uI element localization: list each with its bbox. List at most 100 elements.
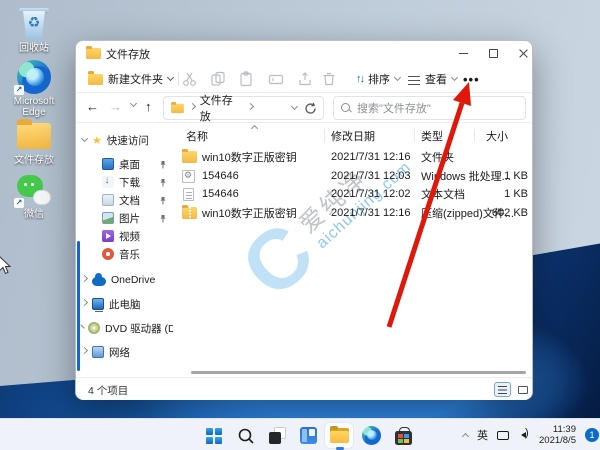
shortcut-arrow-icon: ↗ xyxy=(14,85,24,95)
desktop-icon-label: Microsoft Edge xyxy=(13,96,55,118)
taskbar: 英 11:39 2021/8/5 1 xyxy=(0,418,600,450)
taskbar-search-button[interactable] xyxy=(232,423,260,448)
file-row[interactable]: win10数字正版密钥 2021/7/31 12:16 压缩(zipped)文件… xyxy=(173,204,534,222)
network-icon[interactable] xyxy=(497,431,509,440)
taskbar-file-explorer-button[interactable] xyxy=(325,423,353,448)
file-row[interactable]: 154646 2021/7/31 12:02 文本文档 1 KB xyxy=(173,185,534,203)
maximize-button[interactable] xyxy=(479,43,507,63)
address-dropdown-chevron[interactable] xyxy=(291,102,299,111)
forward-button[interactable]: → xyxy=(109,99,122,114)
toolbar: 新建文件夹 ↑↓ 排序 查看 ••• xyxy=(76,65,532,93)
close-button[interactable] xyxy=(509,43,537,63)
sidebar-item-quick-access[interactable]: ★ 快速访问 xyxy=(76,131,173,149)
title-bar[interactable]: 文件存放 xyxy=(76,41,532,65)
sort-button[interactable]: ↑↓ 排序 xyxy=(352,67,404,91)
pin-icon xyxy=(160,160,166,168)
desktop-icon-wechat[interactable]: ↗ 微信 xyxy=(2,173,66,220)
sidebar-item-videos[interactable]: 视频 xyxy=(76,227,173,245)
window-title: 文件存放 xyxy=(106,49,150,61)
breadcrumb[interactable]: 文件存放 xyxy=(163,95,324,123)
chevron-down-icon xyxy=(393,73,402,82)
column-header-type[interactable]: 类型 xyxy=(421,128,443,144)
copy-button[interactable] xyxy=(210,71,226,87)
file-date: 2021/7/31 12:02 xyxy=(331,188,411,200)
desktop-folder-icon xyxy=(102,158,114,170)
column-header-size[interactable]: 大小 xyxy=(486,128,508,144)
sidebar-item-this-pc[interactable]: 此电脑 xyxy=(76,295,173,313)
recycle-bin-icon: ♻ xyxy=(16,7,52,41)
details-view-toggle[interactable] xyxy=(494,382,511,397)
search-input[interactable]: 搜索"文件存放" xyxy=(333,96,526,120)
file-name: 154646 xyxy=(202,188,239,200)
desktop-icon-label: 文件存放 xyxy=(14,155,54,166)
file-row[interactable]: 154646 2021/7/31 12:03 Windows 批处理... 1 … xyxy=(173,167,534,185)
system-tray: 英 11:39 2021/8/5 1 xyxy=(461,419,599,450)
zip-file-icon xyxy=(182,204,197,219)
notification-badge[interactable]: 1 xyxy=(584,428,599,442)
documents-icon xyxy=(102,194,114,206)
sidebar-label: 图片 xyxy=(119,212,140,225)
cut-button[interactable] xyxy=(182,71,198,87)
column-header-name[interactable]: 名称 xyxy=(186,128,208,144)
desktop-icon-file-folder[interactable]: 文件存放 xyxy=(2,119,66,166)
widgets-icon xyxy=(299,427,317,444)
rename-button[interactable] xyxy=(268,71,284,87)
ime-indicator[interactable]: 英 xyxy=(477,427,488,443)
sidebar-label: 此电脑 xyxy=(109,298,141,311)
refresh-icon[interactable] xyxy=(304,102,317,115)
up-button[interactable]: ↑ xyxy=(145,99,152,114)
windows-logo-icon xyxy=(206,427,222,444)
minimize-button[interactable] xyxy=(449,43,477,63)
sidebar-item-music[interactable]: 音乐 xyxy=(76,245,173,263)
sidebar-label: 网络 xyxy=(109,346,130,359)
view-label: 查看 xyxy=(425,74,447,86)
column-divider[interactable] xyxy=(414,129,415,142)
task-view-button[interactable] xyxy=(263,423,291,448)
volume-icon[interactable] xyxy=(518,427,530,441)
sidebar-item-pictures[interactable]: 图片 xyxy=(76,209,173,227)
sidebar-item-documents[interactable]: 文档 xyxy=(76,191,173,209)
task-view-icon xyxy=(268,427,286,444)
column-header-date[interactable]: 修改日期 xyxy=(331,128,375,144)
sidebar-item-onedrive[interactable]: OneDrive xyxy=(76,271,173,289)
file-row[interactable]: win10数字正版密钥 2021/7/31 12:16 文件夹 xyxy=(173,148,534,166)
see-more-button[interactable]: ••• xyxy=(459,67,484,91)
shortcut-arrow-icon: ↗ xyxy=(14,198,24,208)
back-button[interactable]: ← xyxy=(86,99,99,114)
pin-icon xyxy=(160,214,166,222)
taskbar-edge-button[interactable] xyxy=(357,423,385,448)
new-folder-button[interactable]: 新建文件夹 xyxy=(84,67,177,91)
column-divider[interactable] xyxy=(474,129,475,142)
sidebar-item-downloads[interactable]: 下载 xyxy=(76,173,173,191)
file-type: 文件夹 xyxy=(421,152,454,164)
column-divider[interactable] xyxy=(324,129,325,142)
sidebar-item-desktop[interactable]: 桌面 xyxy=(76,155,173,173)
recent-locations-chevron[interactable] xyxy=(129,99,138,108)
horizontal-scrollbar[interactable] xyxy=(191,371,526,374)
view-button[interactable]: 查看 xyxy=(404,67,461,91)
chevron-right-icon xyxy=(80,324,85,329)
thumbnail-view-toggle[interactable] xyxy=(514,382,531,397)
clock[interactable]: 11:39 2021/8/5 xyxy=(539,424,576,446)
delete-button[interactable] xyxy=(321,71,337,87)
tray-chevron-up-icon[interactable] xyxy=(461,432,470,441)
downloads-icon xyxy=(102,175,114,188)
this-pc-icon xyxy=(92,298,104,312)
share-button[interactable] xyxy=(297,71,313,87)
edge-icon xyxy=(361,426,381,445)
start-button[interactable] xyxy=(200,423,228,448)
search-placeholder: 搜索"文件存放" xyxy=(357,103,431,115)
taskbar-store-button[interactable] xyxy=(389,423,417,448)
sidebar-item-network[interactable]: 网络 xyxy=(76,343,173,361)
widgets-button[interactable] xyxy=(294,423,322,448)
sidebar-item-dvd-drive[interactable]: DVD 驱动器 (D:) CI xyxy=(76,319,173,337)
window-folder-icon xyxy=(86,45,101,59)
desktop-icon-recycle-bin[interactable]: ♻ 回收站 xyxy=(2,7,66,54)
desktop-icon-edge[interactable]: ↗ Microsoft Edge xyxy=(2,60,66,118)
active-app-indicator xyxy=(336,447,344,450)
maximize-icon xyxy=(488,48,498,58)
paste-button[interactable] xyxy=(238,71,254,87)
desktop-icon-label: 回收站 xyxy=(19,43,49,54)
chevron-right-icon xyxy=(188,102,196,111)
chevron-right-icon xyxy=(80,346,89,355)
